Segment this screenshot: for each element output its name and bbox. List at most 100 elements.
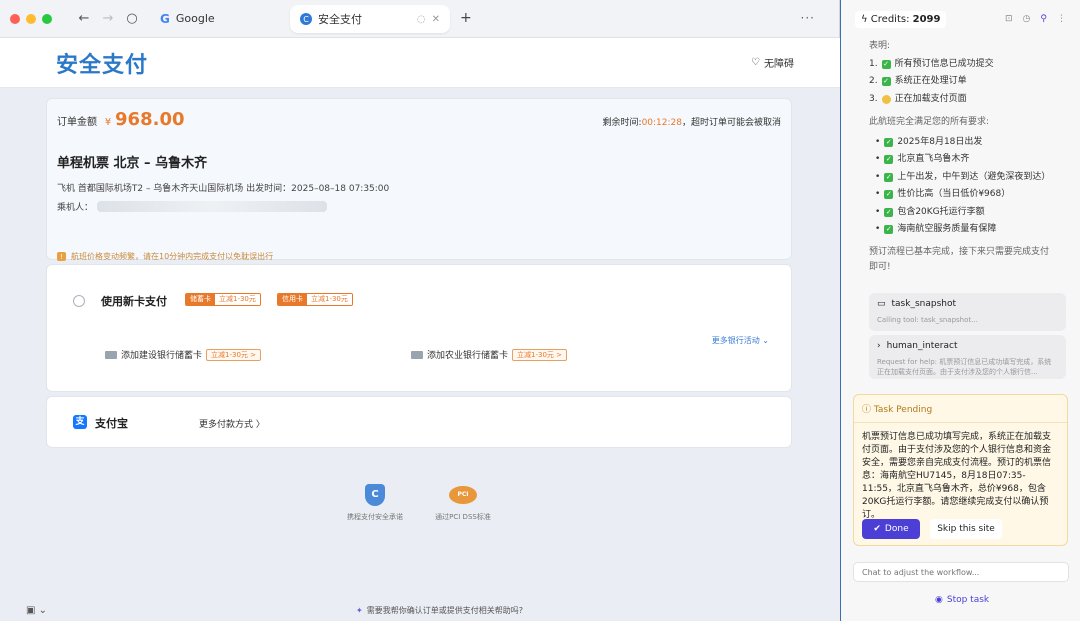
credits-value: 2099 [912, 13, 941, 25]
item-number: 1. [869, 58, 878, 69]
forward-button[interactable]: → [98, 11, 118, 26]
credit-card-tag[interactable]: 信用卡 立减1-30元 [277, 293, 353, 306]
pending-title: Task Pending [873, 405, 933, 415]
tag-promo: 立减1-30元 [307, 294, 352, 305]
warning-icon: ! [57, 252, 66, 261]
pci-icon: PCI [449, 486, 477, 504]
more-payment-methods-link[interactable]: 更多付款方式 〉 [199, 417, 265, 430]
stop-task-button[interactable]: ◉ Stop task [935, 595, 989, 605]
back-button[interactable]: ← [74, 11, 94, 26]
item-text: 系统正在处理订单 [894, 76, 967, 86]
pci-dss-badge: PCI 通过PCI DSS标准 [413, 484, 513, 522]
requirement-item: • ✓ 上午出发，中午到达（避免深夜到达） [869, 169, 1052, 187]
mute-icon[interactable]: ◌ [417, 14, 426, 25]
badge-label: 通过PCI DSS标准 [435, 513, 491, 521]
passenger-label: 乘机人： [57, 203, 94, 213]
tool-name: task_snapshot [891, 298, 957, 309]
chat-input[interactable] [853, 562, 1069, 582]
close-window-button[interactable] [10, 13, 20, 24]
price-notice: ! 航班价格变动频繁，请在10分钟内完成支付以免耽误出行 [57, 251, 781, 262]
assistant-hint[interactable]: ✦ 需要我帮你确认订单或提供支付相关帮助吗? [356, 605, 523, 616]
pin-icon[interactable]: ⚲ [1040, 14, 1047, 24]
payment-page: 安全支付 ♡ 无障碍 订单金额 ¥ 968.00 剩余时间:00:12:28，超… [0, 38, 840, 621]
item-text: 所有预订信息已成功提交 [894, 58, 994, 69]
item-text: 海南航空服务质量有保障 [897, 224, 997, 234]
close-tab-icon[interactable]: ✕ [432, 14, 440, 25]
tool-subtext: Request for help: 机票预订信息已成功填写完成，系统正在加载支付… [877, 357, 1052, 376]
status-list: 1. ✓ 所有预订信息已成功提交 2. ✓ 系统正在处理订单 3. 正在加载支付页面 [869, 56, 1052, 109]
tab-label: 安全支付 [318, 13, 362, 26]
check-icon: ✔ [873, 524, 881, 534]
status-item: 2. ✓ 系统正在处理订单 [869, 73, 1052, 91]
tab-bar: ← → ○ G Google C 安全支付 ◌ ✕ + ··· [0, 0, 839, 38]
browser-window: ← → ○ G Google C 安全支付 ◌ ✕ + ··· 安全支付 ♡ 无… [0, 0, 840, 621]
item-text: 正在加载支付页面 [894, 93, 967, 104]
bank-label: 添加农业银行储蓄卡 [427, 351, 509, 361]
tab-secure-payment[interactable]: C 安全支付 ◌ ✕ [290, 5, 450, 33]
page-bottom-bar: ▣ ⌄ ✦ 需要我帮你确认订单或提供支付相关帮助吗? [0, 599, 840, 621]
item-text: 性价比高（当日低价¥968） [897, 189, 1011, 199]
passenger: 乘机人： [57, 200, 781, 213]
badge-label: 携程支付安全承诺 [347, 513, 403, 521]
currency-symbol: ¥ [104, 117, 112, 128]
more-icon[interactable]: ⋮ [1057, 14, 1066, 24]
item-number: 2. [869, 76, 878, 86]
add-ccb-card-button[interactable]: 添加建设银行储蓄卡 立减1-30元 > [105, 348, 261, 361]
new-card-radio[interactable] [73, 295, 85, 307]
tab-google[interactable]: G Google [160, 12, 215, 26]
order-summary-card: 订单金额 ¥ 968.00 剩余时间:00:12:28，超时订单可能会被取消 单… [46, 98, 792, 262]
debit-card-tag[interactable]: 储蓄卡 立减1-30元 [185, 293, 261, 306]
side-header: ϟ Credits: 2099 ⊡ ◷ ⚲ ⋮ [841, 0, 1080, 38]
accessibility-button[interactable]: ♡ 无障碍 [751, 55, 794, 70]
credits-badge[interactable]: ϟ Credits: 2099 [855, 10, 947, 28]
check-icon: ✓ [884, 172, 894, 182]
maximize-window-button[interactable] [42, 13, 52, 24]
task-pending-card: ⓘ Task Pending 机票预订信息已成功填写完成，系统正在加载支付页面。… [853, 394, 1068, 546]
tool-name: human_interact [886, 340, 958, 351]
agent-side-panel: ϟ Credits: 2099 ⊡ ◷ ⚲ ⋮ 表明: 1. ✓ 所有预订信息已成功… [841, 0, 1080, 621]
tag-promo: 立减1-30元 [215, 294, 260, 305]
remaining-suffix: ，超时订单可能会被取消 [681, 118, 781, 128]
tool-call-human-interact[interactable]: › human_interact Request for help: 机票预订信息… [869, 334, 1066, 379]
card-icon [105, 350, 117, 359]
briefcase-icon[interactable]: ▣ ⌄ [26, 605, 47, 616]
check-icon: ✓ [884, 137, 894, 147]
requirement-item: • ✓ 性价比高（当日低价¥968） [869, 186, 1052, 204]
minimize-window-button[interactable] [26, 13, 36, 24]
skip-site-button[interactable]: Skip this site [930, 519, 1002, 539]
item-text: 上午出发，中午到达（避免深夜到达） [897, 171, 1051, 182]
notice-text: 航班价格变动频繁，请在10分钟内完成支付以免耽误出行 [71, 252, 274, 261]
bolt-icon: ϟ [861, 13, 868, 25]
done-button[interactable]: ✔ Done [862, 519, 920, 539]
window-controls [10, 13, 52, 24]
alipay-icon: 支 [73, 415, 87, 429]
done-label: Done [884, 524, 909, 534]
bank-label: 添加建设银行储蓄卡 [121, 351, 203, 361]
countdown: 00:12:28 [641, 118, 682, 128]
item-number: 3. [869, 93, 878, 104]
tag-kind: 储蓄卡 [186, 294, 215, 305]
hint-text: 需要我帮你确认订单或提供支付相关帮助吗? [366, 605, 523, 615]
page-title: 安全支付 [56, 52, 149, 78]
check-icon: ✓ [884, 225, 894, 235]
new-card-title[interactable]: 使用新卡支付 [101, 293, 167, 309]
flight-detail: 飞机 首都国际机场T2 – 乌鲁木齐天山国际机场 出发时间：2025–08–18… [57, 184, 390, 194]
heart-icon: ♡ [751, 57, 760, 68]
screenshot-icon[interactable]: ⊡ [1005, 14, 1013, 24]
new-tab-button[interactable]: + [460, 10, 472, 26]
more-bank-offers-link[interactable]: 更多银行活动 ⌄ [712, 335, 769, 346]
reload-button[interactable]: ○ [122, 11, 142, 26]
alipay-option[interactable]: 支 支付宝 更多付款方式 〉 [46, 396, 792, 448]
tool-call-task-snapshot[interactable]: ▭ task_snapshot Calling tool: task_snapsh… [869, 292, 1066, 331]
add-abc-card-button[interactable]: 添加农业银行储蓄卡 立减1-30元 > [411, 348, 567, 361]
more-options-button[interactable]: ··· [801, 11, 815, 25]
card-icon [411, 350, 423, 359]
requirement-item: • ✓ 北京直飞乌鲁木齐 [869, 151, 1052, 169]
passenger-redacted [97, 201, 328, 212]
history-icon[interactable]: ◷ [1023, 14, 1031, 24]
side-toolbar: ⊡ ◷ ⚲ ⋮ [1005, 14, 1066, 24]
agent-message: 表明: 1. ✓ 所有预订信息已成功提交 2. ✓ 系统正在处理订单 3. 正在加载支付页… [841, 38, 1080, 275]
google-icon: G [160, 11, 170, 26]
ctrip-security-badge: C 携程支付安全承诺 [325, 484, 425, 522]
check-icon: ✓ [884, 190, 894, 200]
